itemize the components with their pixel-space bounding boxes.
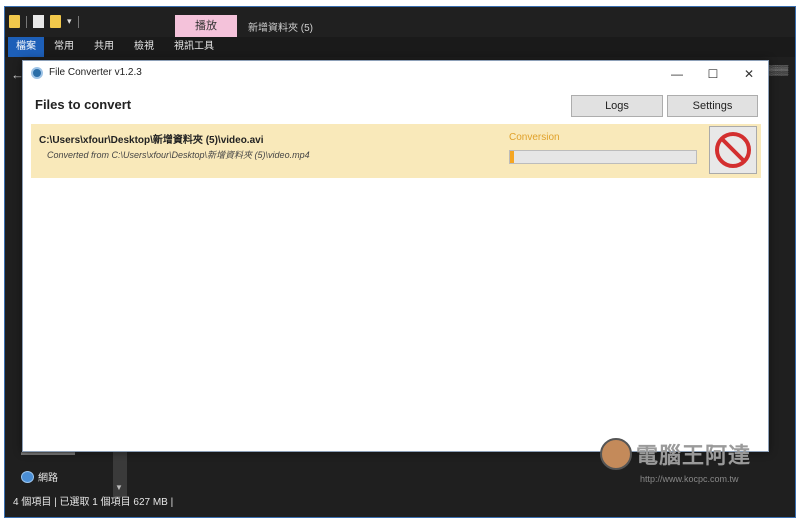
toolbar-divider — [26, 15, 27, 28]
logs-button[interactable]: Logs — [571, 95, 663, 117]
customize-toolbar-icon[interactable]: ▾ — [67, 16, 72, 27]
quick-access-toolbar: ▾ — [9, 15, 79, 28]
progress-bar — [509, 150, 697, 164]
page-title: Files to convert — [35, 97, 132, 112]
output-path: C:\Users\xfour\Desktop\新增資料夾 (5)\video.a… — [39, 135, 264, 146]
progress-bar-fill — [510, 151, 514, 163]
cancel-conversion-button[interactable] — [709, 126, 757, 174]
explorer-right-strip: ▒▒▒ — [769, 65, 789, 75]
toolbar-divider — [77, 15, 79, 28]
tab-file[interactable]: 檔案 — [8, 37, 44, 57]
watermark-text: 電腦王阿達 — [636, 443, 752, 468]
properties-icon[interactable] — [33, 15, 44, 28]
nav-item-network[interactable]: 網路 — [21, 469, 58, 484]
watermark-url: http://www.kocpc.com.tw — [640, 474, 739, 484]
folder-icon[interactable] — [9, 15, 20, 28]
file-converter-icon — [31, 67, 43, 79]
settings-button[interactable]: Settings — [667, 95, 758, 117]
tab-share[interactable]: 共用 — [84, 37, 124, 57]
tab-play[interactable]: 播放 — [175, 15, 237, 37]
close-button[interactable]: ✕ — [735, 63, 763, 85]
fc-titlebar: File Converter v1.2.3 — ☐ ✕ — [23, 61, 768, 87]
window-title: File Converter v1.2.3 — [49, 67, 142, 78]
source-path: Converted from C:\Users\xfour\Desktop\新增… — [47, 150, 310, 160]
minimize-button[interactable]: — — [663, 63, 691, 85]
cancel-icon — [715, 132, 751, 168]
conversion-status: Conversion — [509, 132, 560, 143]
tab-view[interactable]: 檢視 — [124, 37, 164, 57]
watermark: 電腦王阿達 — [600, 438, 751, 470]
explorer-titlebar: ▾ 播放 新增資料夾 (5) — [5, 7, 795, 37]
nav-item-network-label: 網路 — [38, 473, 58, 484]
conversion-row: C:\Users\xfour\Desktop\新增資料夾 (5)\video.a… — [31, 124, 761, 178]
scroll-down-icon[interactable]: ▼ — [115, 483, 123, 492]
ribbon-tabs: 檔案 常用 共用 檢視 視訊工具 — [5, 37, 795, 57]
new-folder-icon[interactable] — [50, 15, 61, 28]
tab-video-tools[interactable]: 視訊工具 — [164, 37, 224, 57]
explorer-title: 新增資料夾 (5) — [248, 23, 313, 34]
explorer-status-bar: 4 個項目 | 已選取 1 個項目 627 MB | — [13, 497, 174, 508]
file-converter-window: File Converter v1.2.3 — ☐ ✕ Files to con… — [22, 60, 769, 452]
watermark-logo-icon — [600, 438, 632, 470]
tab-home[interactable]: 常用 — [44, 37, 84, 57]
maximize-button[interactable]: ☐ — [699, 63, 727, 85]
network-icon — [21, 470, 34, 483]
